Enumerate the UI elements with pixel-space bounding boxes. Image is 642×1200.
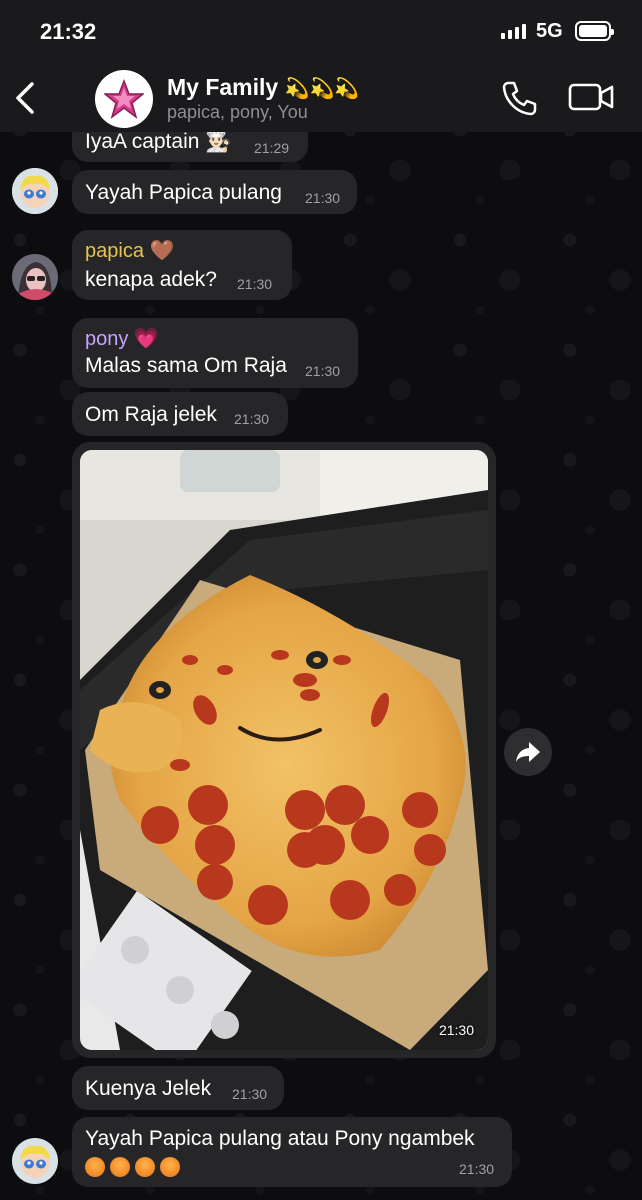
avatar-pony[interactable]	[12, 168, 58, 214]
message-bubble[interactable]: Yayah Papica pulang 21:30	[72, 170, 357, 214]
angry-emoji-icon	[160, 1157, 180, 1178]
forward-icon	[516, 742, 540, 762]
message-bubble[interactable]: Yayah Papica pulang atau Pony ngambek 21…	[72, 1117, 512, 1187]
status-time: 21:32	[40, 19, 97, 44]
angry-emoji-icon	[110, 1157, 130, 1178]
message-time: 21:29	[254, 140, 290, 156]
chat-header: 21:32 5G My Family 💫💫💫 papica, pony, You	[0, 0, 642, 132]
photo-message[interactable]: 21:30	[72, 442, 496, 1058]
back-icon[interactable]	[8, 78, 48, 118]
message-bubble[interactable]: Kuenya Jelek 21:30	[72, 1066, 284, 1110]
message-text: Yayah Papica pulang atau Pony ngambek	[85, 1127, 475, 1150]
signal-icon	[501, 24, 526, 39]
pizza-photo[interactable]: 21:30	[80, 450, 488, 1050]
avatar-pony[interactable]	[12, 1138, 58, 1184]
avatar-papica[interactable]	[12, 254, 58, 300]
group-avatar[interactable]	[95, 70, 153, 128]
angry-emoji-icon	[85, 1157, 105, 1178]
angry-emoji-row	[85, 1155, 185, 1179]
message-bubble[interactable]: papica 🤎 kenapa adek? 21:30	[72, 230, 292, 300]
battery-icon	[575, 21, 614, 41]
sender-name[interactable]: pony 💗	[85, 326, 159, 351]
message-text: kenapa adek?	[85, 268, 217, 291]
star-icon	[104, 79, 144, 119]
message-time: 21:30	[305, 363, 341, 379]
pizza-image	[80, 450, 488, 1050]
chat-members[interactable]: papica, pony, You	[167, 102, 308, 123]
message-text: Kuenya Jelek	[85, 1077, 212, 1100]
message-time: 21:30	[438, 1022, 474, 1038]
video-call-icon[interactable]	[568, 82, 614, 112]
chat-title[interactable]: My Family 💫💫💫	[167, 74, 359, 101]
angry-emoji-icon	[135, 1157, 155, 1178]
message-text: Om Raja jelek	[85, 403, 217, 426]
message-time: 21:30	[232, 1086, 268, 1102]
powerpuff-avatar-icon	[12, 1138, 58, 1184]
network-label: 5G	[536, 20, 563, 42]
message-bubble[interactable]: pony 💗 Malas sama Om Raja 21:30	[72, 318, 358, 388]
message-time: 21:30	[234, 411, 270, 427]
message-text: IyaA captain 👨🏻‍🍳	[85, 130, 232, 153]
profile-photo-icon	[12, 254, 58, 300]
phone-icon[interactable]	[500, 80, 538, 116]
powerpuff-avatar-icon	[12, 168, 58, 214]
message-time: 21:30	[305, 190, 341, 206]
message-text: Yayah Papica pulang	[85, 181, 282, 204]
title-emoji: 💫💫💫	[284, 78, 360, 100]
message-time: 21:30	[237, 276, 273, 292]
sender-name[interactable]: papica 🤎	[85, 238, 174, 263]
message-time: 21:30	[459, 1161, 495, 1177]
message-bubble[interactable]: Om Raja jelek 21:30	[72, 392, 288, 436]
forward-button[interactable]	[504, 728, 552, 776]
message-text: Malas sama Om Raja	[85, 354, 287, 377]
